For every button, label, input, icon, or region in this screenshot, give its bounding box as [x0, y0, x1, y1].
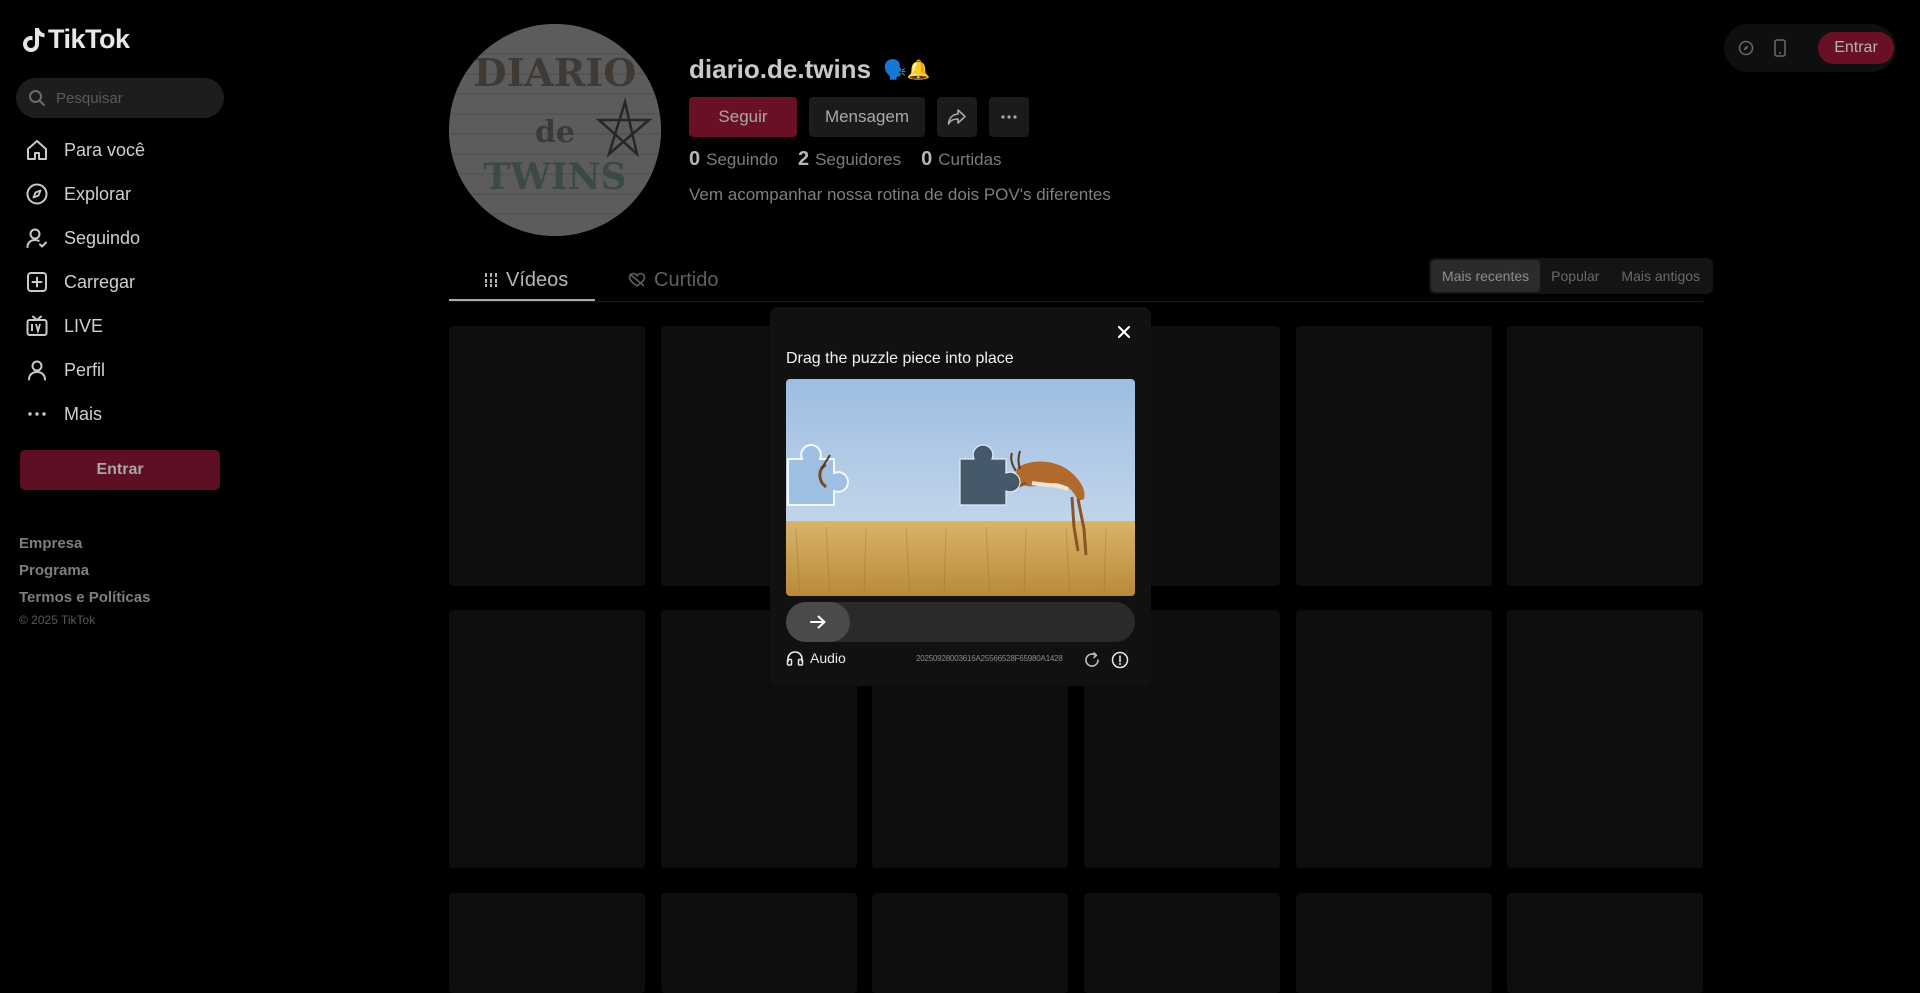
profile-icon — [24, 357, 50, 383]
sidebar-item-label: Seguindo — [64, 227, 141, 248]
top-login-button[interactable]: Entrar — [1818, 32, 1894, 64]
search-bar[interactable] — [16, 78, 224, 118]
video-card-placeholder[interactable] — [1507, 893, 1703, 993]
close-button[interactable] — [1114, 322, 1134, 342]
heart-hidden-icon — [628, 272, 646, 287]
video-card-placeholder[interactable] — [1296, 326, 1492, 586]
share-icon — [947, 109, 966, 125]
username-text: diario.de.twins — [689, 54, 872, 84]
captcha-slider-handle[interactable] — [786, 602, 850, 642]
tab-videos[interactable]: Vídeos — [484, 258, 568, 302]
captcha-audio-button[interactable]: Audio — [786, 650, 846, 666]
headphones-icon — [786, 651, 804, 666]
footer-link-empresa[interactable]: Empresa — [19, 530, 150, 557]
video-card-placeholder[interactable] — [661, 893, 857, 993]
sort-popular[interactable]: Popular — [1540, 260, 1610, 292]
top-actions: Entrar — [1724, 24, 1896, 72]
captcha-refresh-button[interactable] — [1082, 650, 1102, 670]
stat-following: 0 Seguindo — [689, 148, 778, 170]
profile-bio: Vem acompanhar nossa rotina de dois POV'… — [689, 185, 1111, 204]
captcha-puzzle-image — [786, 379, 1135, 596]
tiktok-logo[interactable]: TikTok — [22, 24, 130, 55]
sidebar-item-mais[interactable]: Mais — [16, 392, 224, 436]
close-icon — [1118, 326, 1130, 338]
profile-stats: 0 Seguindo 2 Seguidores 0 Curtidas — [689, 148, 1002, 171]
sort-selector: Mais recentes Popular Mais antigos — [1429, 258, 1714, 294]
more-options-button[interactable] — [989, 97, 1029, 137]
sort-most-recent[interactable]: Mais recentes — [1431, 260, 1541, 292]
footer-links: Empresa Programa Termos e Políticas © 20… — [19, 530, 150, 627]
stat-likes: 0 Curtidas — [921, 148, 1002, 170]
avatar: DIARIO de TWINS — [449, 24, 661, 236]
tab-curtido[interactable]: Curtido — [628, 258, 718, 302]
captcha-info-button[interactable] — [1110, 650, 1130, 670]
sidebar: TikTok Para você Explorar Seguindo — [0, 0, 240, 993]
sidebar-item-carregar[interactable]: Carregar — [16, 260, 224, 304]
search-input[interactable] — [56, 89, 216, 107]
sidebar-item-label: Explorar — [64, 183, 132, 204]
user-follow-icon — [24, 225, 50, 251]
profile-username: diario.de.twins 🗣️🔔 — [689, 54, 930, 85]
video-card-placeholder[interactable] — [1507, 326, 1703, 586]
footer-link-programa[interactable]: Programa — [19, 557, 150, 584]
more-icon — [1001, 115, 1017, 119]
sidebar-item-perfil[interactable]: Perfil — [16, 348, 224, 392]
sidebar-item-label: Para você — [64, 139, 146, 160]
follow-button[interactable]: Seguir — [689, 97, 797, 137]
captcha-title: Drag the puzzle piece into place — [786, 350, 1014, 367]
video-card-placeholder[interactable] — [872, 893, 1068, 993]
login-button[interactable]: Entrar — [20, 450, 220, 490]
video-card-placeholder[interactable] — [449, 893, 645, 993]
sidebar-item-explorar[interactable]: Explorar — [16, 172, 224, 216]
phone-icon[interactable] — [1770, 38, 1790, 58]
compass-small-icon[interactable] — [1736, 38, 1756, 58]
upload-icon — [24, 269, 50, 295]
sidebar-item-label: LIVE — [64, 315, 104, 336]
arrow-right-icon — [810, 615, 826, 629]
svg-text:de: de — [535, 115, 575, 150]
sidebar-item-label: Mais — [64, 403, 103, 424]
profile-actions: Seguir Mensagem — [689, 97, 1029, 137]
svg-text:TWINS: TWINS — [484, 156, 627, 198]
video-card-placeholder[interactable] — [1296, 893, 1492, 993]
video-card-placeholder[interactable] — [449, 610, 645, 868]
message-button[interactable]: Mensagem — [809, 97, 925, 137]
share-button[interactable] — [937, 97, 977, 137]
logo-text: TikTok — [48, 24, 130, 54]
sidebar-item-seguindo[interactable]: Seguindo — [16, 216, 224, 260]
audio-label: Audio — [810, 650, 846, 666]
sort-oldest[interactable]: Mais antigos — [1610, 260, 1711, 292]
captcha-request-id: 20250928003616A25566528F65980A1428 — [916, 654, 1063, 663]
tab-label: Vídeos — [506, 268, 569, 291]
info-icon — [1111, 651, 1129, 669]
video-card-placeholder[interactable] — [1507, 610, 1703, 868]
tab-label: Curtido — [654, 268, 719, 291]
stat-followers: 2 Seguidores — [797, 148, 902, 170]
active-tab-indicator — [449, 299, 595, 301]
username-emoji: 🗣️🔔 — [883, 59, 931, 81]
sidebar-item-label: Perfil — [64, 359, 106, 380]
grid-icon — [485, 273, 497, 287]
sidebar-item-live[interactable]: LIVE — [16, 304, 224, 348]
compass-icon — [24, 181, 50, 207]
video-card-placeholder[interactable] — [1296, 610, 1492, 868]
sidebar-nav: Para você Explorar Seguindo Carregar LIV… — [16, 128, 224, 436]
more-icon — [24, 401, 50, 427]
footer-link-termos[interactable]: Termos e Políticas — [19, 584, 150, 611]
search-icon — [29, 90, 45, 106]
video-card-placeholder[interactable] — [1084, 893, 1280, 993]
home-icon — [24, 137, 50, 163]
svg-text:DIARIO: DIARIO — [474, 50, 637, 95]
refresh-icon — [1085, 652, 1099, 667]
sidebar-item-label: Carregar — [64, 271, 136, 292]
live-icon — [24, 313, 50, 339]
tiktok-logo-icon — [23, 27, 45, 52]
sidebar-item-para-voce[interactable]: Para você — [16, 128, 224, 172]
copyright: © 2025 TikTok — [19, 613, 96, 627]
video-card-placeholder[interactable] — [449, 326, 645, 586]
